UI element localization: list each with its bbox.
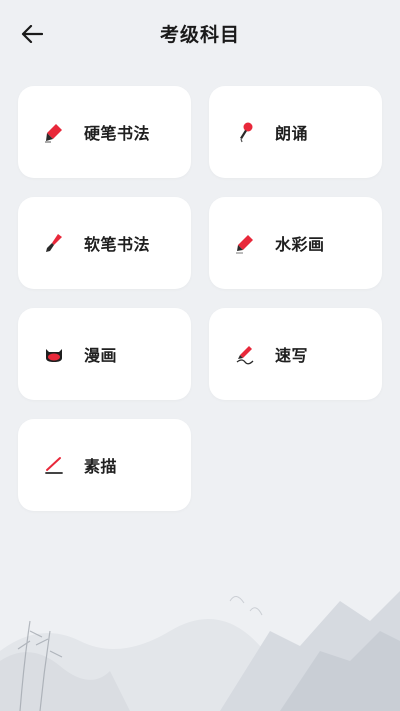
fountain-pen-icon — [43, 121, 65, 143]
subject-card-hard-pen[interactable]: 硬笔书法 — [18, 86, 191, 178]
microphone-icon — [234, 121, 256, 143]
subject-label: 朗诵 — [275, 124, 309, 143]
subject-card-soft-brush[interactable]: 软笔书法 — [18, 197, 191, 289]
subject-card-watercolor[interactable]: 水彩画 — [209, 197, 382, 289]
subject-card-sketch[interactable]: 速写 — [209, 308, 382, 400]
drawing-line-icon — [43, 454, 65, 476]
page-title: 考级科目 — [159, 24, 240, 46]
subject-label: 水彩画 — [275, 235, 325, 254]
sketch-pen-icon — [234, 343, 256, 365]
subject-card-drawing[interactable]: 素描 — [18, 419, 191, 511]
subject-grid: 硬笔书法 朗诵 软笔书法 水彩画 漫画 速写 素描 — [18, 86, 382, 511]
subject-label: 硬笔书法 — [84, 124, 151, 143]
brush-icon — [43, 232, 65, 254]
cartoon-cat-icon — [43, 343, 65, 365]
subject-card-recitation[interactable]: 朗诵 — [209, 86, 382, 178]
top-bar: 考级科目 — [0, 0, 400, 70]
ink-landscape-background — [0, 591, 400, 711]
subject-card-comic[interactable]: 漫画 — [18, 308, 191, 400]
subject-label: 速写 — [275, 346, 309, 365]
subject-label: 漫画 — [84, 346, 118, 365]
subject-label: 软笔书法 — [84, 235, 151, 254]
pencil-icon — [234, 232, 256, 254]
subject-label: 素描 — [84, 457, 118, 476]
